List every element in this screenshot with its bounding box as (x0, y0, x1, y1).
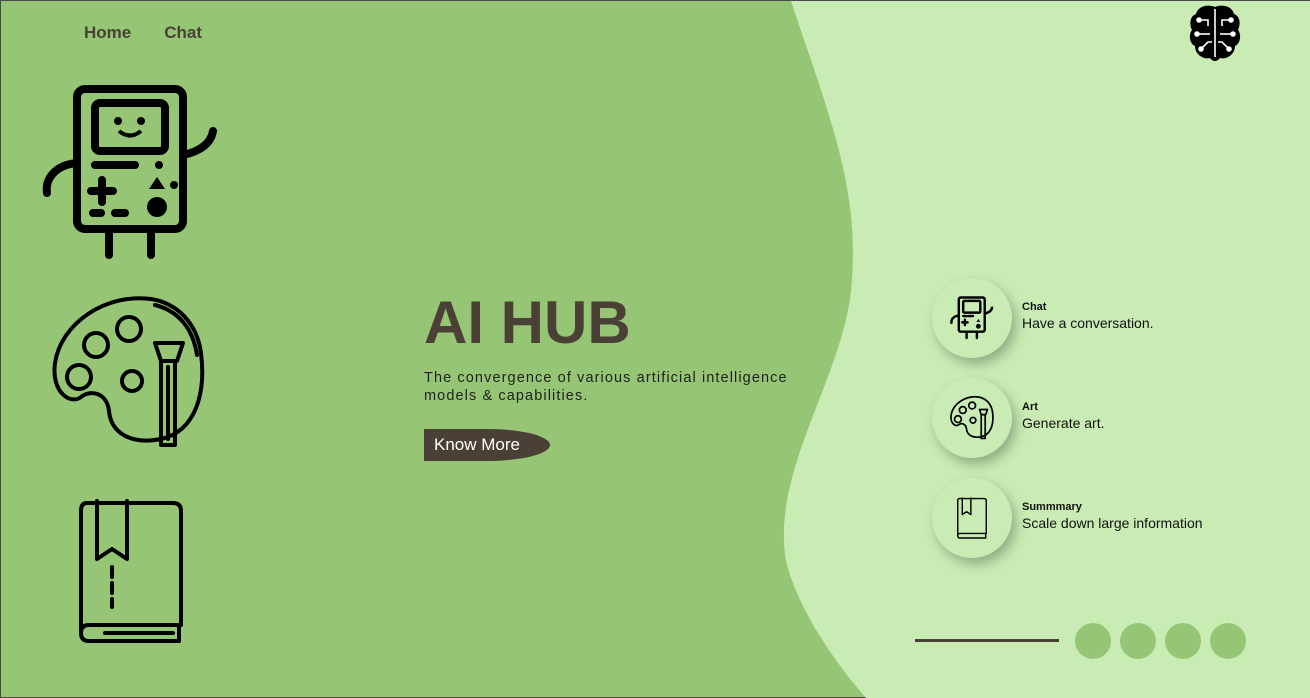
book-icon (957, 497, 987, 539)
bmo-robot-icon (950, 296, 994, 340)
hero-title: AI HUB (424, 289, 631, 356)
bmo-robot-icon (42, 85, 217, 259)
top-nav: Home Chat (84, 23, 235, 43)
carousel-dot-1[interactable] (1075, 623, 1111, 659)
feature-chat-title: Chat (1022, 301, 1047, 313)
carousel-dot-3[interactable] (1165, 623, 1201, 659)
carousel-dot-4[interactable] (1210, 623, 1246, 659)
hero-section: AI HUB The convergence of various artifi… (424, 291, 824, 405)
feature-chat-circle[interactable] (932, 278, 1012, 358)
nav-home-link[interactable]: Home (84, 23, 131, 43)
palette-icon (950, 395, 994, 440)
hero-subtitle: The convergence of various artificial in… (424, 370, 788, 404)
brain-circuit-icon[interactable] (1188, 4, 1242, 62)
feature-chat[interactable]: Chat Have a conversation. (932, 278, 1252, 358)
nav-chat-link[interactable]: Chat (164, 23, 202, 43)
book-icon (79, 499, 183, 643)
feature-art[interactable]: Art Generate art. (932, 378, 1252, 458)
palette-icon (52, 296, 205, 447)
feature-chat-description: Have a conversation. (1022, 315, 1154, 331)
carousel-divider (915, 639, 1059, 642)
feature-summary-circle[interactable] (932, 478, 1012, 558)
feature-art-title: Art (1022, 401, 1038, 413)
feature-summary-title: Summmary (1022, 501, 1082, 513)
feature-art-description: Generate art. (1022, 415, 1105, 431)
know-more-button[interactable]: Know More (424, 429, 550, 461)
carousel-dot-2[interactable] (1120, 623, 1156, 659)
feature-art-circle[interactable] (932, 378, 1012, 458)
feature-summary[interactable]: Summmary Scale down large information (932, 478, 1252, 558)
feature-summary-description: Scale down large information (1022, 515, 1203, 531)
